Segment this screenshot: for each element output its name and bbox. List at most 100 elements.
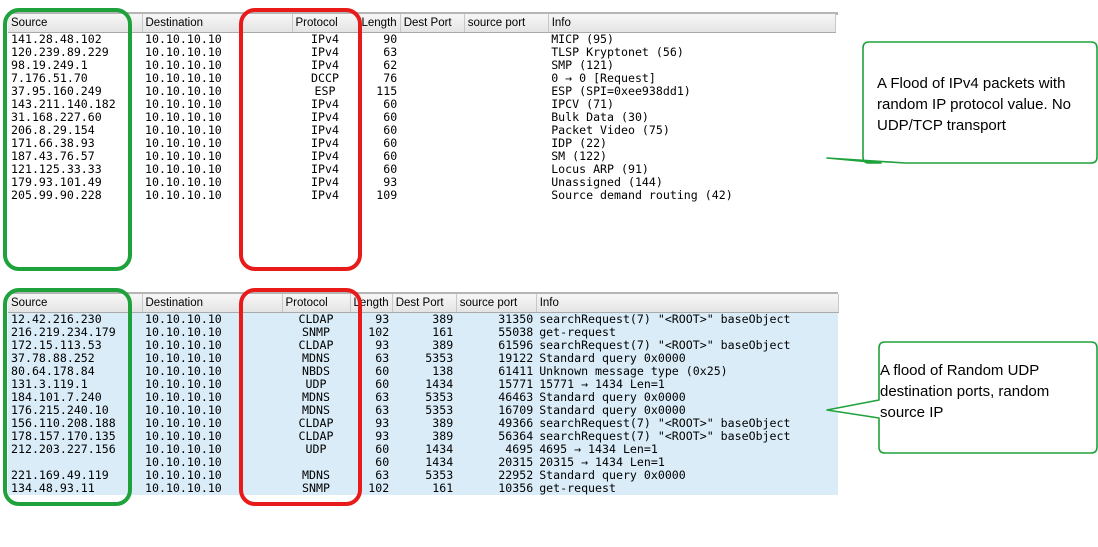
column-header-info[interactable]: Info [548, 14, 836, 33]
packet-row[interactable]: 12.42.216.230 10.10.10.10 CLDAP 93 389 31350 s… [8, 312, 839, 326]
packet-row[interactable]: 131.3.119.1 10.10.10.10 UDP 60 1434 15771 1577… [8, 378, 839, 391]
packet-row[interactable]: 206.8.29.154 10.10.10.10 IPv4 60 Packet Vide… [8, 124, 836, 137]
cell-info: 15771 → 1434 Len=1 [536, 378, 839, 391]
cell-destination: 10.10.10.10 [142, 59, 292, 72]
column-header-protocol[interactable]: Protocol [292, 14, 359, 33]
column-header-length[interactable]: Length [350, 294, 393, 313]
cell-source: 37.95.160.249 [8, 85, 142, 98]
packet-row[interactable]: 7.176.51.70 10.10.10.10 DCCP 76 0 → 0 [Reque… [8, 72, 836, 85]
column-header-source-port[interactable]: source port [464, 14, 549, 33]
cell-length: 93 [350, 312, 393, 326]
cell-source-port: 16709 [456, 404, 537, 417]
cell-source: 80.64.178.84 [8, 365, 142, 378]
cell-length: 90 [358, 32, 401, 46]
packet-row[interactable]: 184.101.7.240 10.10.10.10 MDNS 63 5353 46463 S… [8, 391, 839, 404]
packet-row[interactable]: 98.19.249.1 10.10.10.10 IPv4 62 SMP (121) [8, 59, 836, 72]
cell-info: MICP (95) [548, 32, 836, 46]
cell-dest-port: 389 [392, 339, 457, 352]
column-header-destination[interactable]: Destination [142, 294, 283, 313]
column-header-source-port[interactable]: source port [456, 294, 537, 313]
cell-info: Unknown message type (0x25) [536, 365, 839, 378]
packet-row[interactable]: 212.203.227.156 10.10.10.10 UDP 60 1434 4695 4… [8, 443, 839, 456]
packet-row[interactable]: 141.28.48.102 10.10.10.10 IPv4 90 MICP (95) [8, 32, 836, 46]
cell-destination: 10.10.10.10 [142, 352, 282, 365]
cell-source: 98.19.249.1 [8, 59, 142, 72]
packet-row[interactable]: 205.99.90.228 10.10.10.10 IPv4 109 Source de… [8, 189, 836, 202]
cell-dest-port [400, 189, 465, 202]
packet-row[interactable]: 143.211.140.182 10.10.10.10 IPv4 60 IPCV (71… [8, 98, 836, 111]
cell-destination: 10.10.10.10 [142, 404, 282, 417]
packet-row[interactable]: 120.239.89.229 10.10.10.10 IPv4 63 TLSP Kryp… [8, 46, 836, 59]
cell-protocol: MDNS [282, 404, 350, 417]
cell-source-port: 61596 [456, 339, 537, 352]
packet-row[interactable]: 134.48.93.11 10.10.10.10 SNMP 102 161 10356 ge… [8, 482, 839, 495]
packet-row[interactable]: 121.125.33.33 10.10.10.10 IPv4 60 Locus ARP … [8, 163, 836, 176]
cell-dest-port [400, 163, 465, 176]
cell-source-port: 19122 [456, 352, 537, 365]
packet-row[interactable]: 10.10.10.10 60 1434 20315 20315 → 1434 Len=1 [8, 456, 839, 469]
cell-source: 212.203.227.156 [8, 443, 142, 456]
cell-source: 37.78.88.252 [8, 352, 142, 365]
cell-source-port: 10356 [456, 482, 537, 495]
packet-row[interactable]: 172.15.113.53 10.10.10.10 CLDAP 93 389 61596 s… [8, 339, 839, 352]
cell-source-port [464, 46, 549, 59]
cell-source-port: 15771 [456, 378, 537, 391]
cell-protocol: UDP [282, 443, 350, 456]
cell-source: 7.176.51.70 [8, 72, 142, 85]
cell-destination: 10.10.10.10 [142, 124, 292, 137]
cell-source: 216.219.234.179 [8, 326, 142, 339]
column-header-protocol[interactable]: Protocol [282, 294, 351, 313]
cell-destination: 10.10.10.10 [142, 176, 292, 189]
column-header-length[interactable]: Length [358, 14, 401, 33]
packet-row[interactable]: 187.43.76.57 10.10.10.10 IPv4 60 SM (122) [8, 150, 836, 163]
packet-row[interactable]: 156.110.208.188 10.10.10.10 CLDAP 93 389 4936… [8, 417, 839, 430]
cell-info: searchRequest(7) "<ROOT>" baseObject [536, 312, 839, 326]
cell-source: 178.157.170.135 [8, 430, 142, 443]
cell-info: get-request [536, 326, 839, 339]
packet-row[interactable]: 80.64.178.84 10.10.10.10 NBDS 60 138 61411 Unk… [8, 365, 839, 378]
cell-protocol: IPv4 [292, 163, 358, 176]
packet-row[interactable]: 176.215.240.10 10.10.10.10 MDNS 63 5353 16709… [8, 404, 839, 417]
cell-protocol: IPv4 [292, 124, 358, 137]
packet-row[interactable]: 216.219.234.179 10.10.10.10 SNMP 102 161 5503… [8, 326, 839, 339]
cell-destination: 10.10.10.10 [142, 72, 292, 85]
cell-length: 60 [358, 137, 401, 150]
cell-source: 131.3.119.1 [8, 378, 142, 391]
cell-dest-port: 161 [392, 482, 457, 495]
packet-row[interactable]: 31.168.227.60 10.10.10.10 IPv4 60 Bulk Data … [8, 111, 836, 124]
cell-source-port [464, 124, 549, 137]
table2-header-row: Source Destination Protocol Length Dest Port… [8, 294, 839, 313]
cell-source-port: 46463 [456, 391, 537, 404]
cell-dest-port: 1434 [392, 456, 457, 469]
packet-row[interactable]: 178.157.170.135 10.10.10.10 CLDAP 93 389 5636… [8, 430, 839, 443]
cell-source-port [464, 32, 549, 46]
cell-protocol: ESP [292, 85, 358, 98]
cell-info: Standard query 0x0000 [536, 352, 839, 365]
cell-info: IPCV (71) [548, 98, 836, 111]
column-header-destination[interactable]: Destination [142, 14, 293, 33]
cell-destination: 10.10.10.10 [142, 378, 282, 391]
cell-source: 176.215.240.10 [8, 404, 142, 417]
cell-length: 60 [358, 111, 401, 124]
column-header-dest-port[interactable]: Dest Port [392, 294, 457, 313]
packet-row[interactable]: 221.169.49.119 10.10.10.10 MDNS 63 5353 22952… [8, 469, 839, 482]
column-header-source[interactable]: Source [8, 294, 143, 313]
column-header-dest-port[interactable]: Dest Port [400, 14, 465, 33]
column-header-info[interactable]: Info [536, 294, 839, 313]
callout-udp-flood-text: A flood of Random UDP destination ports,… [880, 362, 1050, 421]
cell-source: 31.168.227.60 [8, 111, 142, 124]
cell-dest-port [400, 150, 465, 163]
cell-source-port [464, 59, 549, 72]
cell-dest-port: 389 [392, 430, 457, 443]
cell-info: Standard query 0x0000 [536, 404, 839, 417]
column-header-source[interactable]: Source [8, 14, 143, 33]
cell-source: 172.15.113.53 [8, 339, 142, 352]
packet-row[interactable]: 179.93.101.49 10.10.10.10 IPv4 93 Unassigned… [8, 176, 836, 189]
packet-row[interactable]: 37.95.160.249 10.10.10.10 ESP 115 ESP (SPI=0… [8, 85, 836, 98]
packet-row[interactable]: 37.78.88.252 10.10.10.10 MDNS 63 5353 19122 St… [8, 352, 839, 365]
cell-dest-port [400, 32, 465, 46]
cell-source: 184.101.7.240 [8, 391, 142, 404]
cell-length: 60 [358, 98, 401, 111]
cell-destination: 10.10.10.10 [142, 312, 282, 326]
packet-row[interactable]: 171.66.38.93 10.10.10.10 IPv4 60 IDP (22) [8, 137, 836, 150]
